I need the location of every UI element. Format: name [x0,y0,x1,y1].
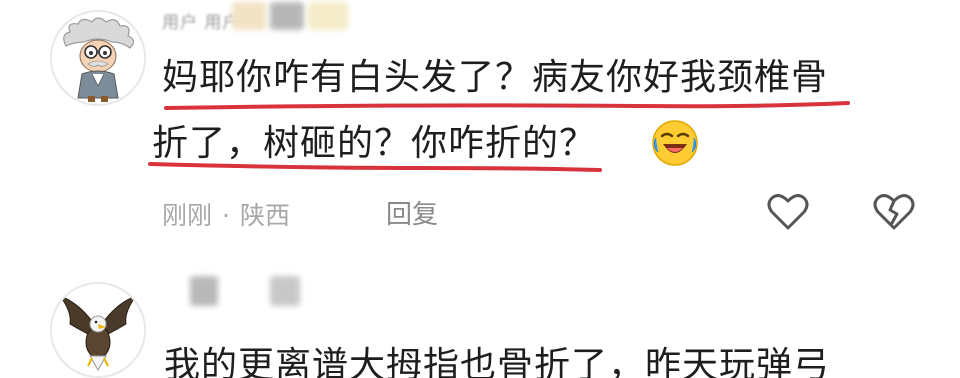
laughing-crying-emoji-icon [650,118,700,168]
blurred-badge [232,2,266,30]
cartoon-professor-avatar-icon [52,12,144,104]
comment-meta: 刚刚 · 陕西 [162,196,290,232]
comment-section: 用户 用户 妈耶你咋有白头发了？病友你好我颈椎骨 折了，树砸的？你咋折的？ 刚刚… [0,0,960,378]
eagle-avatar-icon [52,284,144,376]
comment-text-line: 妈耶你咋有白头发了？病友你好我颈椎骨 [162,57,829,98]
location: 陕西 [239,201,290,230]
broken-heart-icon[interactable] [872,192,916,232]
username[interactable]: 用户 用户 [162,8,240,33]
comment-text-line: 折了，树砸的？你咋折的？ [152,123,597,164]
username-row [172,270,332,306]
username-row: 用户 用户 [162,0,382,34]
timestamp: 刚刚 [162,201,213,230]
blurred-username [190,276,218,306]
reply-button[interactable]: 回复 [386,194,438,231]
avatar[interactable] [50,282,146,378]
avatar[interactable] [50,10,146,106]
blurred-badge [270,2,304,30]
blurred-username [270,276,300,306]
heart-outline-icon[interactable] [766,192,810,232]
meta-separator: · [222,201,230,230]
comment-text-line: 我的更离谱大拇指也骨折了，昨天玩弹弓 [164,345,831,378]
blurred-badge [308,2,348,30]
